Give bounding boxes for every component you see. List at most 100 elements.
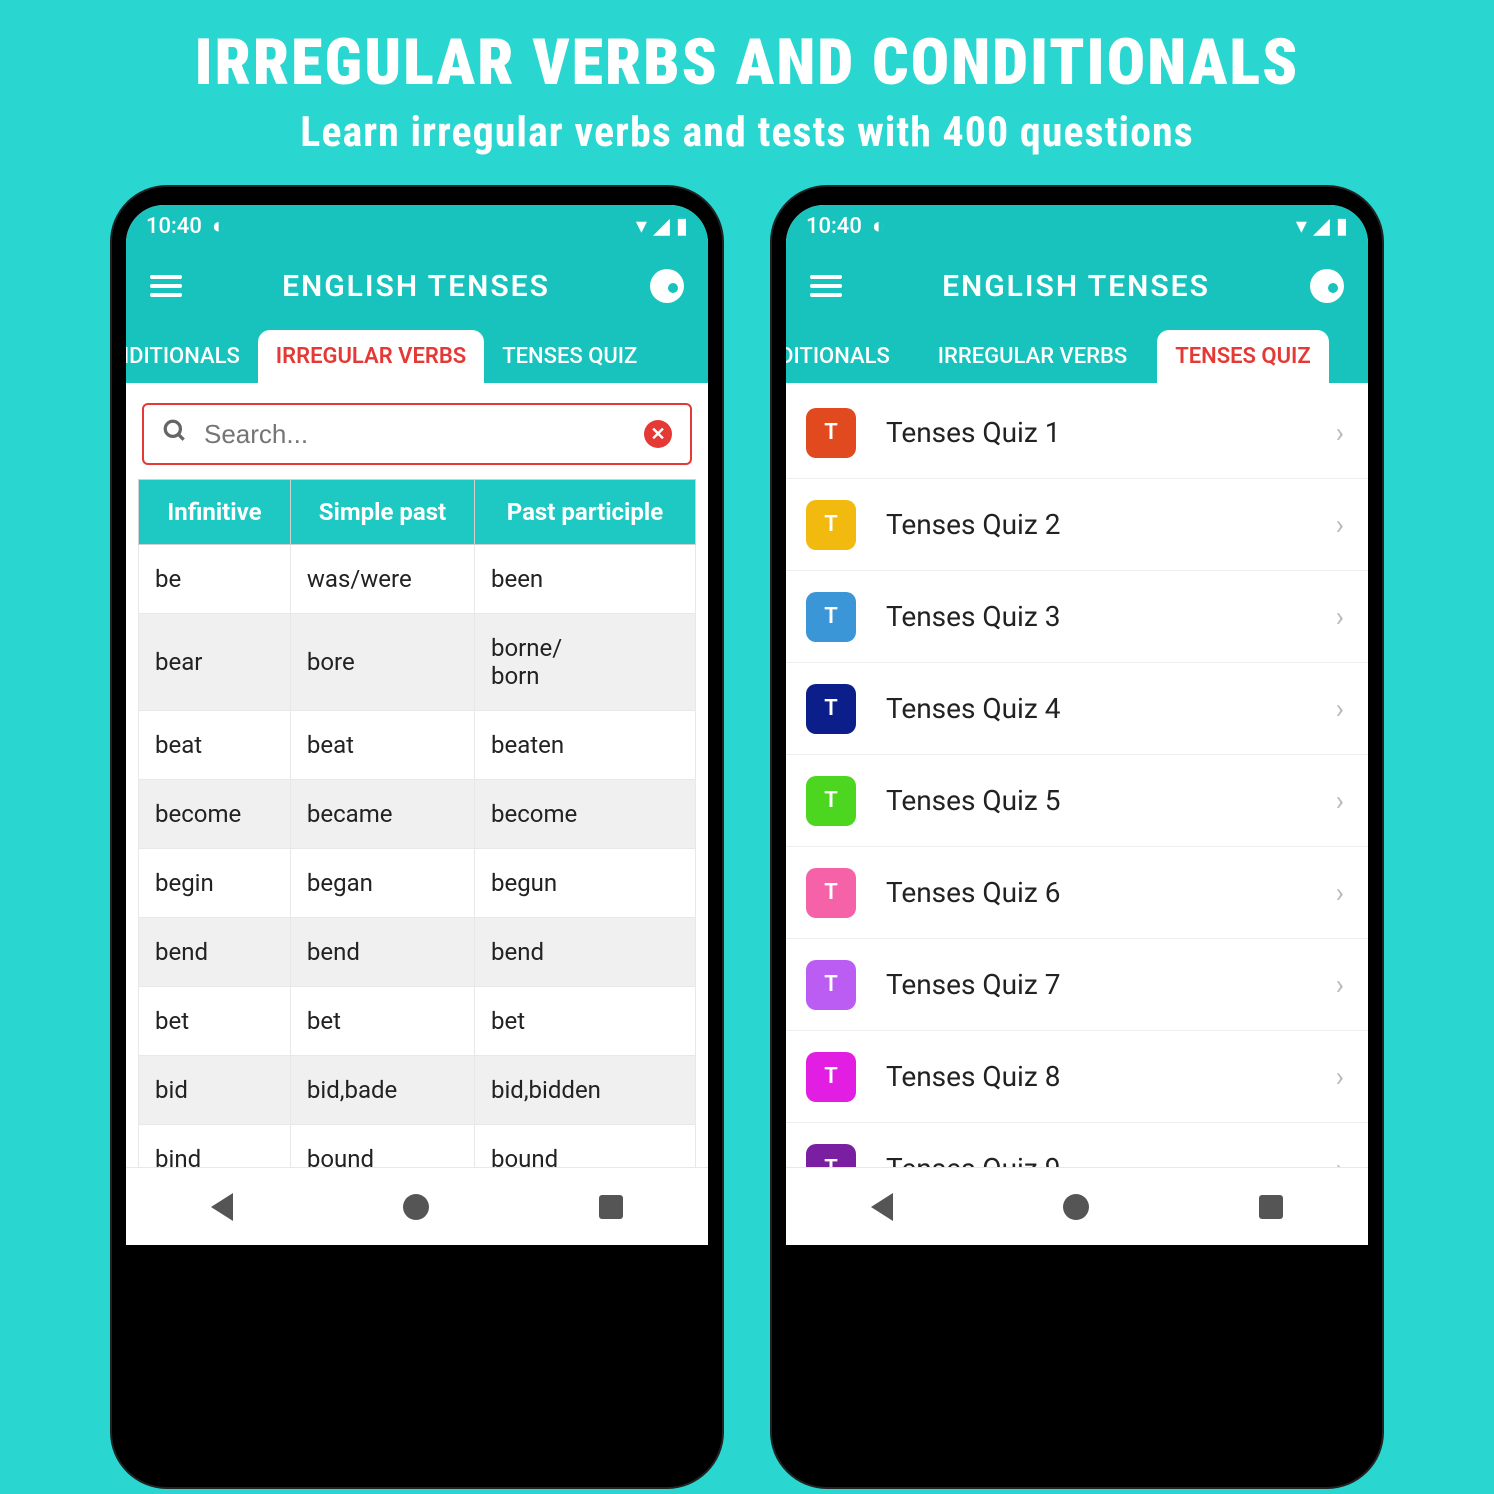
chevron-right-icon: › bbox=[1336, 876, 1344, 909]
quiz-list[interactable]: TTenses Quiz 1›TTenses Quiz 2›TTenses Qu… bbox=[786, 383, 1368, 1167]
table-cell: bet bbox=[139, 987, 291, 1056]
quiz-label: Tenses Quiz 2 bbox=[886, 508, 1336, 541]
tab-tenses-quiz[interactable]: TENSES QUIZ bbox=[1157, 330, 1328, 383]
list-item[interactable]: T Tenses Quiz 8› bbox=[786, 1031, 1368, 1123]
signal-icon: ◢ bbox=[653, 214, 670, 239]
status-time: 10:40 bbox=[146, 214, 202, 239]
list-item[interactable]: T Tenses Quiz 3› bbox=[786, 571, 1368, 663]
verbs-table: Infinitive Simple past Past participle b… bbox=[138, 479, 696, 1167]
table-cell: bound bbox=[474, 1125, 695, 1168]
app-bar: ENGLISH TENSES bbox=[126, 247, 708, 325]
tab-bar: CONDITIONALS IRREGULAR VERBS TENSES QUIZ bbox=[126, 325, 708, 383]
menu-icon[interactable] bbox=[810, 275, 842, 297]
col-simple-past: Simple past bbox=[290, 480, 474, 545]
table-row[interactable]: bidbid,badebid,bidden bbox=[139, 1056, 696, 1125]
palette-icon[interactable] bbox=[1310, 269, 1344, 303]
table-row[interactable]: bindboundbound bbox=[139, 1125, 696, 1168]
search-input[interactable] bbox=[204, 419, 628, 450]
recents-button[interactable] bbox=[1259, 1195, 1283, 1219]
table-cell: bid,bade bbox=[290, 1056, 474, 1125]
quiz-label: Tenses Quiz 4 bbox=[886, 692, 1336, 725]
status-app-icon: ◐ bbox=[212, 213, 225, 239]
chevron-right-icon: › bbox=[1336, 600, 1344, 633]
quiz-badge: T bbox=[806, 500, 856, 550]
quiz-badge: T bbox=[806, 1052, 856, 1102]
tab-irregular-verbs[interactable]: IRREGULAR VERBS bbox=[908, 330, 1157, 383]
table-cell: begun bbox=[474, 849, 695, 918]
table-cell: bend bbox=[139, 918, 291, 987]
recents-button[interactable] bbox=[599, 1195, 623, 1219]
table-row[interactable]: bewas/werebeen bbox=[139, 545, 696, 614]
table-cell: began bbox=[290, 849, 474, 918]
search-box[interactable]: ✕ bbox=[142, 403, 692, 465]
back-button[interactable] bbox=[211, 1193, 233, 1221]
list-item[interactable]: TTenses Quiz 1› bbox=[786, 387, 1368, 479]
col-past-participle: Past participle bbox=[474, 480, 695, 545]
quiz-label: Tenses Quiz 8 bbox=[886, 1060, 1336, 1093]
table-cell: bear bbox=[139, 614, 291, 711]
table-cell: bend bbox=[290, 918, 474, 987]
android-nav-bar bbox=[786, 1167, 1368, 1245]
home-button[interactable] bbox=[403, 1194, 429, 1220]
tab-conditionals[interactable]: CONDITIONALS bbox=[126, 330, 258, 383]
android-nav-bar bbox=[126, 1167, 708, 1245]
quiz-badge: T bbox=[806, 684, 856, 734]
list-item[interactable]: TTenses Quiz 9› bbox=[786, 1123, 1368, 1167]
table-cell: beaten bbox=[474, 711, 695, 780]
chevron-right-icon: › bbox=[1336, 416, 1344, 449]
table-cell: bet bbox=[474, 987, 695, 1056]
app-title: ENGLISH TENSES bbox=[282, 269, 550, 304]
palette-icon[interactable] bbox=[650, 269, 684, 303]
status-bar: 10:40 ◐ ▾ ◢ ▮ bbox=[126, 205, 708, 247]
table-cell: beat bbox=[290, 711, 474, 780]
tab-conditionals[interactable]: CONDITIONALS bbox=[786, 330, 908, 383]
table-row[interactable]: becomebecamebecome bbox=[139, 780, 696, 849]
list-item[interactable]: TTenses Quiz 6› bbox=[786, 847, 1368, 939]
table-row[interactable]: bearboreborne/ born bbox=[139, 614, 696, 711]
wifi-icon: ▾ bbox=[636, 214, 647, 239]
status-time: 10:40 bbox=[806, 214, 862, 239]
table-row[interactable]: beatbeatbeaten bbox=[139, 711, 696, 780]
chevron-right-icon: › bbox=[1336, 508, 1344, 541]
quiz-badge: T bbox=[806, 592, 856, 642]
chevron-right-icon: › bbox=[1336, 1152, 1344, 1167]
screen-right: 10:40 ◐ ▾ ◢ ▮ ENGLISH TENSES CONDITIONAL… bbox=[786, 205, 1368, 1245]
phones-container: 10:40 ◐ ▾ ◢ ▮ ENGLISH TENSES CONDITIONAL… bbox=[0, 187, 1494, 1487]
tab-irregular-verbs[interactable]: IRREGULAR VERBS bbox=[258, 330, 484, 383]
col-infinitive: Infinitive bbox=[139, 480, 291, 545]
content-quiz: TTenses Quiz 1›TTenses Quiz 2›TTenses Qu… bbox=[786, 383, 1368, 1167]
screen-left: 10:40 ◐ ▾ ◢ ▮ ENGLISH TENSES CONDITIONAL… bbox=[126, 205, 708, 1245]
menu-icon[interactable] bbox=[150, 275, 182, 297]
quiz-label: Tenses Quiz 3 bbox=[886, 600, 1336, 633]
quiz-label: Tenses Quiz 6 bbox=[886, 876, 1336, 909]
table-cell: was/were bbox=[290, 545, 474, 614]
phone-mockup-right: 10:40 ◐ ▾ ◢ ▮ ENGLISH TENSES CONDITIONAL… bbox=[772, 187, 1382, 1487]
list-item[interactable]: TTenses Quiz 7› bbox=[786, 939, 1368, 1031]
chevron-right-icon: › bbox=[1336, 692, 1344, 725]
quiz-badge: T bbox=[806, 776, 856, 826]
table-cell: begin bbox=[139, 849, 291, 918]
table-row[interactable]: bendbendbend bbox=[139, 918, 696, 987]
chevron-right-icon: › bbox=[1336, 1060, 1344, 1093]
search-icon bbox=[162, 418, 188, 451]
table-row[interactable]: betbetbet bbox=[139, 987, 696, 1056]
back-button[interactable] bbox=[871, 1193, 893, 1221]
quiz-badge: T bbox=[806, 1144, 856, 1168]
table-cell: become bbox=[139, 780, 291, 849]
quiz-label: Tenses Quiz 1 bbox=[886, 416, 1336, 449]
list-item[interactable]: T Tenses Quiz 4› bbox=[786, 663, 1368, 755]
promo-subtitle: Learn irregular verbs and tests with 400… bbox=[0, 108, 1494, 157]
tab-tenses-quiz[interactable]: TENSES QUIZ bbox=[484, 330, 655, 383]
clear-icon[interactable]: ✕ bbox=[644, 420, 672, 448]
table-cell: bore bbox=[290, 614, 474, 711]
tab-bar: CONDITIONALS IRREGULAR VERBS TENSES QUIZ bbox=[786, 325, 1368, 383]
app-bar: ENGLISH TENSES bbox=[786, 247, 1368, 325]
battery-icon: ▮ bbox=[676, 214, 688, 239]
table-cell: became bbox=[290, 780, 474, 849]
list-item[interactable]: T Tenses Quiz 2› bbox=[786, 479, 1368, 571]
table-cell: bid,bidden bbox=[474, 1056, 695, 1125]
home-button[interactable] bbox=[1063, 1194, 1089, 1220]
list-item[interactable]: TTenses Quiz 5› bbox=[786, 755, 1368, 847]
table-row[interactable]: beginbeganbegun bbox=[139, 849, 696, 918]
table-cell: become bbox=[474, 780, 695, 849]
